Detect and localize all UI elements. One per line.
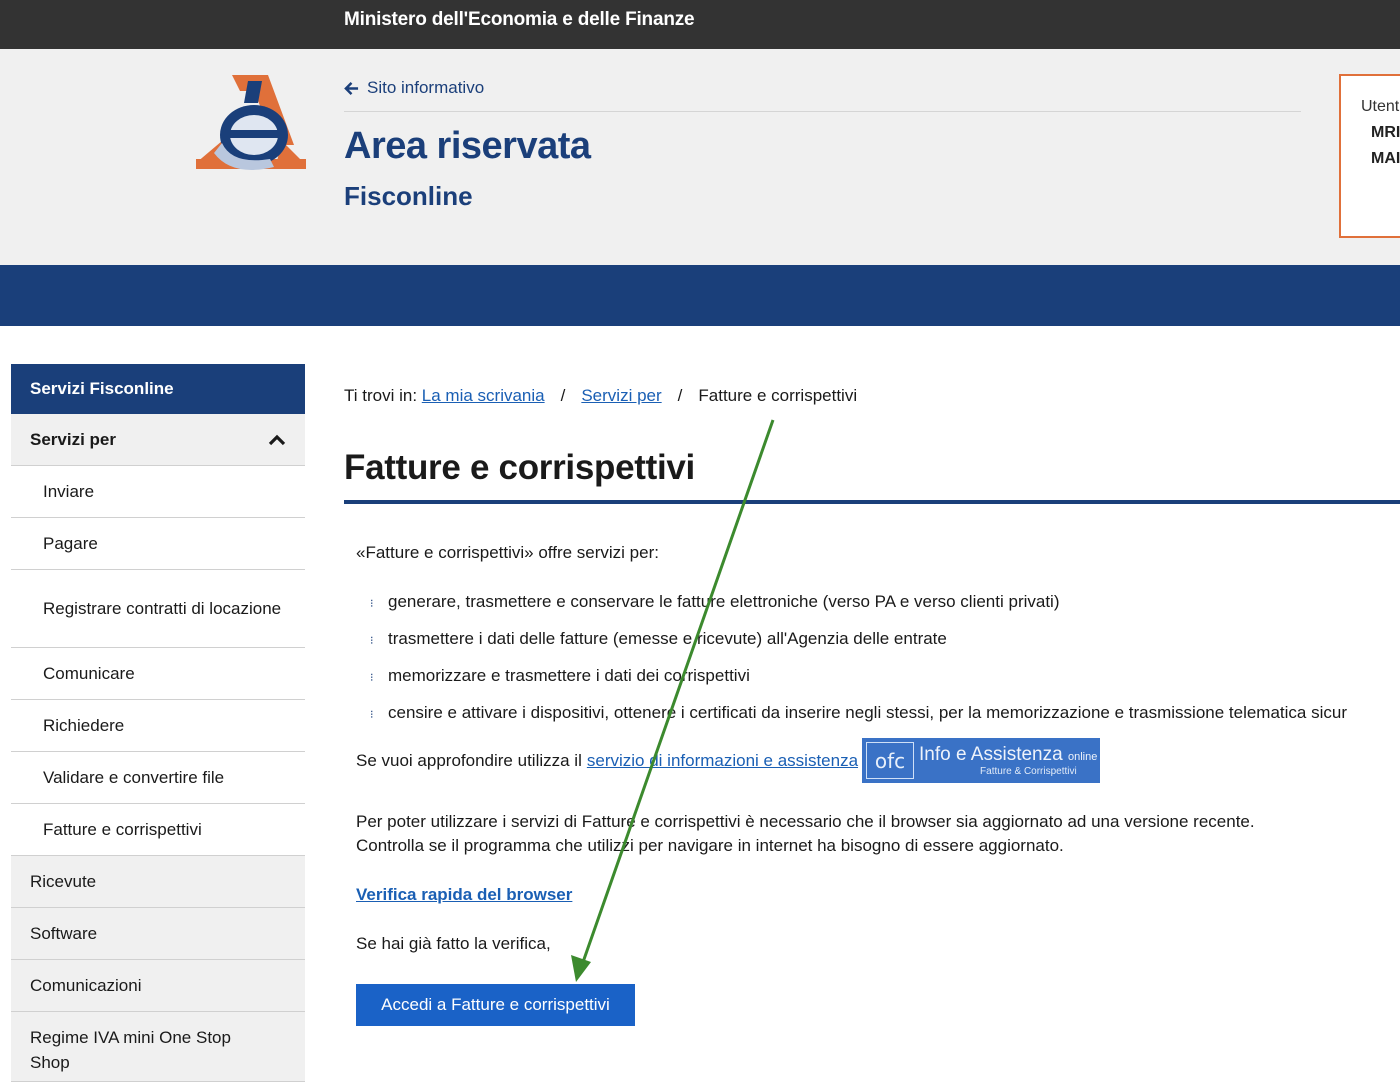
- back-link-label: Sito informativo: [367, 78, 485, 97]
- sidebar-item-inviare[interactable]: Inviare: [11, 466, 305, 518]
- user-code: MRI: [1371, 124, 1400, 141]
- browser-note-line: Controlla se il programma che utilizzi p…: [356, 836, 1064, 855]
- back-to-info-site-link[interactable]: Sito informativo: [344, 77, 484, 99]
- title-underline: [344, 500, 1400, 504]
- list-item: ⁝ generare, trasmettere e conservare le f…: [370, 592, 1347, 629]
- list-item: ⁝ censire e attivare i dispositivi, otten…: [370, 703, 1347, 740]
- browser-note-line: Per poter utilizzare i servizi di Fattur…: [356, 812, 1255, 831]
- sidebar-item-validare[interactable]: Validare e convertire file: [11, 752, 305, 804]
- dots-bullet-icon: ⁝: [370, 598, 374, 610]
- nav-bar: [0, 265, 1400, 326]
- chevron-up-icon[interactable]: [268, 434, 286, 446]
- info-badge-subtitle: Fatture & Corrispettivi: [980, 766, 1077, 777]
- dots-bullet-icon: ⁝: [370, 635, 374, 647]
- sidebar-group-label: Servizi per: [30, 429, 116, 449]
- user-name: MAI: [1371, 150, 1400, 167]
- dots-bullet-icon: ⁝: [370, 672, 374, 684]
- site-header: Sito informativo Area riservata Fisconli…: [0, 49, 1400, 265]
- list-item-text: censire e attivare i dispositivi, ottene…: [388, 703, 1347, 722]
- info-assistenza-banner[interactable]: ofc Info e Assistenza online Fatture & C…: [862, 738, 1101, 783]
- agenzia-entrate-logo-icon[interactable]: [192, 73, 310, 173]
- breadcrumb-link-servizi-per[interactable]: Servizi per: [581, 386, 661, 406]
- user-label: Utent: [1361, 98, 1400, 115]
- breadcrumb-current: Fatture e corrispettivi: [698, 386, 858, 405]
- breadcrumb-prefix: Ti trovi in:: [344, 386, 418, 405]
- sidebar-item-ricevute[interactable]: Ricevute: [11, 856, 305, 908]
- intro-text: «Fatture e corrispettivi» offre servizi …: [356, 543, 659, 562]
- sidebar: Servizi Fisconline Servizi per Inviare P…: [11, 364, 305, 1082]
- breadcrumb-link-scrivania[interactable]: La mia scrivania: [422, 386, 545, 406]
- info-badge-title: Info e Assistenza online: [919, 744, 1098, 765]
- sidebar-item-registrare-contratti[interactable]: Registrare contratti di locazione: [11, 570, 305, 648]
- ofc-logo-icon: ofc: [866, 742, 915, 779]
- user-info-box[interactable]: Utent MRI MAI: [1339, 74, 1400, 238]
- area-title: Area riservata: [344, 125, 591, 167]
- list-item-text: trasmettere i dati delle fatture (emesse…: [388, 629, 947, 648]
- arrow-left-icon: [344, 81, 359, 95]
- breadcrumb-separator: /: [560, 386, 566, 405]
- page-title: Fatture e corrispettivi: [344, 448, 695, 487]
- services-list: ⁝ generare, trasmettere e conservare le f…: [370, 592, 1347, 740]
- assistance-row: Se vuoi approfondire utilizza il servizi…: [356, 738, 1101, 783]
- access-fatture-button[interactable]: Accedi a Fatture e corrispettivi: [356, 984, 635, 1026]
- already-verified-text: Se hai già fatto la verifica,: [356, 934, 551, 953]
- dots-bullet-icon: ⁝: [370, 709, 374, 721]
- top-bar: Ministero dell'Economia e delle Finanze: [0, 0, 1400, 49]
- sidebar-item-richiedere[interactable]: Richiedere: [11, 700, 305, 752]
- sidebar-item-pagare[interactable]: Pagare: [11, 518, 305, 570]
- list-item: ⁝ trasmettere i dati delle fatture (emess…: [370, 629, 1347, 666]
- ministry-name: Ministero dell'Economia e delle Finanze: [344, 9, 695, 30]
- breadcrumb: Ti trovi in: La mia scrivania / Servizi …: [344, 386, 857, 406]
- sidebar-item-fatture-corrispettivi[interactable]: Fatture e corrispettivi: [11, 804, 305, 856]
- sidebar-item-comunicazioni[interactable]: Comunicazioni: [11, 960, 305, 1012]
- list-item: ⁝ memorizzare e trasmettere i dati dei co…: [370, 666, 1347, 703]
- browser-note: Per poter utilizzare i servizi di Fattur…: [356, 810, 1255, 858]
- assistance-text: Se vuoi approfondire utilizza il: [356, 750, 582, 770]
- list-item-text: generare, trasmettere e conservare le fa…: [388, 592, 1060, 611]
- sidebar-heading[interactable]: Servizi Fisconline: [11, 364, 305, 414]
- assistance-link[interactable]: servizio di informazioni e assistenza: [587, 751, 858, 771]
- header-divider: [344, 111, 1301, 112]
- area-subtitle: Fisconline: [344, 181, 473, 211]
- verify-browser-link[interactable]: Verifica rapida del browser: [356, 885, 572, 905]
- sidebar-item-comunicare[interactable]: Comunicare: [11, 648, 305, 700]
- list-item-text: memorizzare e trasmettere i dati dei cor…: [388, 666, 750, 685]
- sidebar-item-software[interactable]: Software: [11, 908, 305, 960]
- sidebar-group-servizi-per[interactable]: Servizi per: [11, 414, 305, 466]
- sidebar-item-regime-iva[interactable]: Regime IVA mini One Stop Shop: [11, 1012, 305, 1082]
- breadcrumb-separator: /: [677, 386, 683, 405]
